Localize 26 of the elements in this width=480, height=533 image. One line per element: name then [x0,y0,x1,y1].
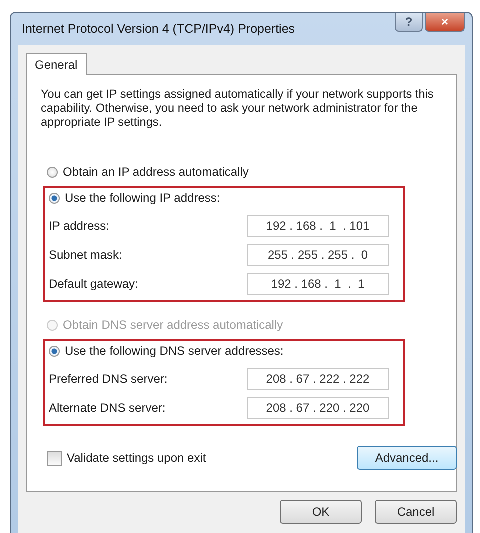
radio-label: Obtain an IP address automatically [63,165,249,179]
field-label: Alternate DNS server: [49,400,166,414]
description-text: You can get IP settings assigned automatically if your network supports this capability. Otherwise, you need to ask your network administrator for the appropriate IP settings. [41,87,435,129]
advanced-button[interactable]: Advanced... [357,446,457,470]
tab[interactable]: General [26,53,87,75]
ip-field[interactable]: 192 . 168 . 1 . 101 [247,214,389,236]
radio-label: Obtain DNS server address automatically [63,318,284,332]
window-title: Internet Protocol Version 4 (TCP/IPv4) Properties [21,22,296,36]
field-label: Preferred DNS server: [49,372,168,386]
ip-field[interactable]: 208 . 67 . 220 . 220 [247,396,389,418]
field-label: Subnet mask: [49,248,122,262]
radio-label: Use the following IP address: [65,191,220,205]
checkbox[interactable] [47,450,62,466]
field-label: IP address: [49,218,110,232]
radio-button[interactable] [47,166,58,178]
cancel-button[interactable]: Cancel [375,500,457,524]
radio-button[interactable] [49,346,60,356]
ip-field[interactable]: 255 . 255 . 255 . 0 [247,244,389,266]
ip-field[interactable]: 192 . 168 . 1 . 1 [247,272,389,294]
radio-button[interactable] [49,192,60,204]
radio-label: Use the following DNS server addresses: [65,344,284,358]
help-button[interactable]: ? [395,13,423,32]
checkbox-label: Validate settings upon exit [67,451,206,465]
ok-button[interactable]: OK [280,500,362,524]
field-label: Default gateway: [49,276,138,290]
ip-field[interactable]: 208 . 67 . 222 . 222 [247,368,389,390]
